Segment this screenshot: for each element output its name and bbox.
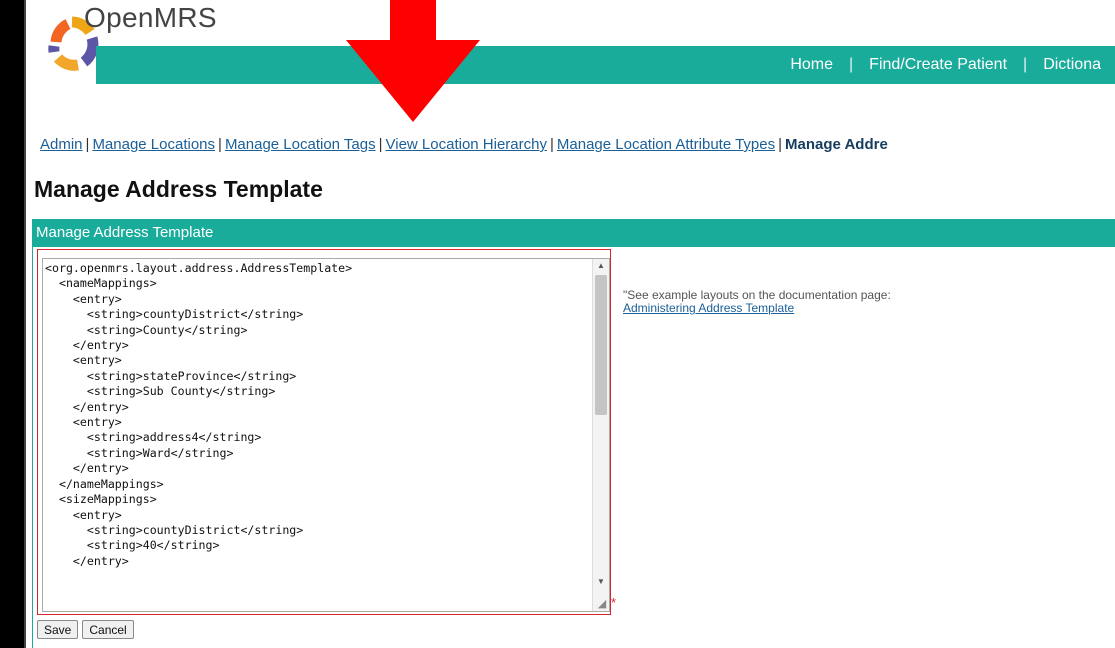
note-text: "See example layouts on the documentatio… [623, 288, 891, 302]
nav-dictionary[interactable]: Dictiona [1027, 56, 1115, 74]
documentation-note: "See example layouts on the documentatio… [623, 289, 943, 315]
scroll-down-icon[interactable]: ▼ [593, 575, 609, 589]
scroll-thumb[interactable] [595, 275, 607, 415]
nav-find-create-patient[interactable]: Find/Create Patient [853, 56, 1023, 74]
scroll-up-icon[interactable]: ▲ [593, 259, 609, 273]
breadcrumb-admin[interactable]: Admin [40, 136, 83, 153]
breadcrumb: Admin | Manage Locations | Manage Location T… [40, 136, 888, 153]
save-button[interactable]: Save [37, 620, 79, 639]
template-code[interactable]: <org.openmrs.layout.address.AddressTempl… [45, 261, 593, 569]
nav-home[interactable]: Home [774, 56, 849, 74]
top-navigation: Home | Find/Create Patient | Dictiona [774, 46, 1115, 84]
highlight-box: <org.openmrs.layout.address.AddressTempl… [37, 249, 611, 615]
cancel-button[interactable]: Cancel [82, 620, 134, 639]
form-buttons: Save Cancel [37, 620, 134, 639]
documentation-link[interactable]: Administering Address Template [623, 301, 794, 315]
panel-header: Manage Address Template [32, 219, 1115, 247]
required-marker: * [611, 595, 617, 610]
brand-name: OpenMRS [84, 2, 217, 33]
page-title: Manage Address Template [34, 176, 323, 202]
red-arrow-icon [346, 0, 480, 122]
breadcrumb-view-location-hierarchy[interactable]: View Location Hierarchy [386, 136, 547, 153]
breadcrumb-manage-locations[interactable]: Manage Locations [92, 136, 215, 153]
panel-body: <org.openmrs.layout.address.AddressTempl… [32, 247, 1115, 648]
resize-grip-icon[interactable]: ◢ [596, 598, 608, 610]
page-frame: OpenMRS Home | Find/Create Patient | Dic… [24, 0, 1115, 648]
breadcrumb-current: Manage Addre [785, 136, 888, 153]
vertical-scrollbar[interactable]: ▲ ▼ [592, 259, 609, 611]
breadcrumb-manage-location-tags[interactable]: Manage Location Tags [225, 136, 376, 153]
address-template-textarea[interactable]: <org.openmrs.layout.address.AddressTempl… [42, 258, 610, 612]
breadcrumb-manage-location-attribute-types[interactable]: Manage Location Attribute Types [557, 136, 775, 153]
